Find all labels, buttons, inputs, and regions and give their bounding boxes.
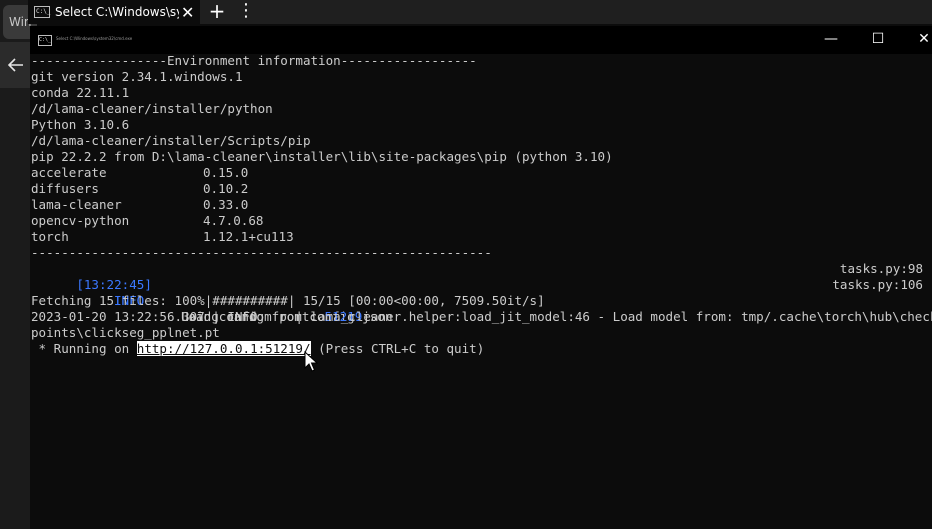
background-window: Win <box>0 0 37 529</box>
env-line: git version 2.34.1.windows.1 <box>31 69 243 84</box>
package-version: 0.33.0 <box>203 197 249 212</box>
cmd-icon: C:\_ <box>34 6 50 18</box>
server-url-link[interactable]: http://127.0.0.1:51219/ <box>136 341 311 356</box>
close-icon: ✕ <box>918 31 930 47</box>
running-line: * Running on http://127.0.0.1:51219/ (Pr… <box>31 341 932 357</box>
tab-dropdown-button[interactable]: ⋮ <box>236 0 256 24</box>
package-name: diffusers <box>31 181 99 196</box>
env-line: /d/lama-cleaner/installer/Scripts/pip <box>31 133 311 148</box>
package-name: accelerate <box>31 165 107 180</box>
maximize-button[interactable]: ☐ <box>855 26 901 54</box>
new-tab-button[interactable]: + <box>204 0 230 24</box>
log-source: tasks.py:98 <box>839 261 923 276</box>
package-name: opencv-python <box>31 213 130 228</box>
log-source: tasks.py:106 <box>832 277 923 292</box>
close-icon[interactable]: ✕ <box>181 3 194 22</box>
package-version: 0.10.2 <box>203 181 249 196</box>
window-title-bar[interactable]: C:\_ Select C:\Windows\system32\cmd.exe … <box>30 26 932 54</box>
close-button[interactable]: ✕ <box>901 26 932 54</box>
load-model-line: 2023-01-20 13:22:56.307 | INFO | lama_cl… <box>31 309 932 324</box>
window-title: Select C:\Windows\system32\cmd.exe <box>56 36 133 41</box>
minimize-icon: — <box>824 31 838 47</box>
fetching-progress: Fetching 15 files: 100%|##########| 15/1… <box>31 293 545 308</box>
tab-cmd[interactable]: C:\_ Select C:\Windows\sy... ✕ <box>28 0 200 24</box>
package-row: opencv-python 4.7.0.68 <box>31 213 932 229</box>
package-row: lama-cleaner 0.33.0 <box>31 197 932 213</box>
package-version: 1.12.1+cu113 <box>203 229 294 244</box>
plus-icon: + <box>208 0 226 23</box>
package-version: 4.7.0.68 <box>203 213 264 228</box>
tab-bar: C:\_ Select C:\Windows\sy... ✕ + ⋮ <box>28 0 932 24</box>
package-row: torch 1.12.1+cu113 <box>31 229 932 245</box>
mouse-cursor-icon <box>304 351 318 372</box>
arrow-left-icon <box>8 58 23 72</box>
env-footer: ----------------------------------------… <box>31 245 492 260</box>
minimize-button[interactable]: — <box>808 26 854 54</box>
terminal-output[interactable]: ------------------Environment informatio… <box>31 53 932 529</box>
package-row: accelerate 0.15.0 <box>31 165 932 181</box>
back-button[interactable] <box>0 42 32 88</box>
env-header: ------------------Environment informatio… <box>31 53 477 68</box>
tab-title: Select C:\Windows\sy... <box>55 5 179 19</box>
running-suffix: (Press CTRL+C to quit) <box>310 341 485 356</box>
more-vertical-icon: ⋮ <box>237 0 255 21</box>
log-line: INFO Using random port: 51219 tasks.py:1… <box>31 277 932 324</box>
package-name: torch <box>31 229 69 244</box>
env-line: Python 3.10.6 <box>31 117 130 132</box>
env-line: pip 22.2.2 from D:\lama-cleaner\installe… <box>31 149 613 164</box>
env-line: /d/lama-cleaner/installer/python <box>31 101 273 116</box>
env-line: conda 22.11.1 <box>31 85 130 100</box>
cmd-icon: C:\_ <box>38 35 52 46</box>
package-name: lama-cleaner <box>31 197 122 212</box>
log-line: [13:22:45] INFO Load config from config.… <box>31 261 932 324</box>
load-model-line-cont: points\clickseg_pplnet.pt <box>31 325 220 340</box>
package-version: 0.15.0 <box>203 165 249 180</box>
running-prefix: * Running on <box>31 341 137 356</box>
maximize-icon: ☐ <box>871 31 885 47</box>
cmd-window: C:\_ Select C:\Windows\system32\cmd.exe … <box>30 26 932 529</box>
package-row: diffusers 0.10.2 <box>31 181 932 197</box>
